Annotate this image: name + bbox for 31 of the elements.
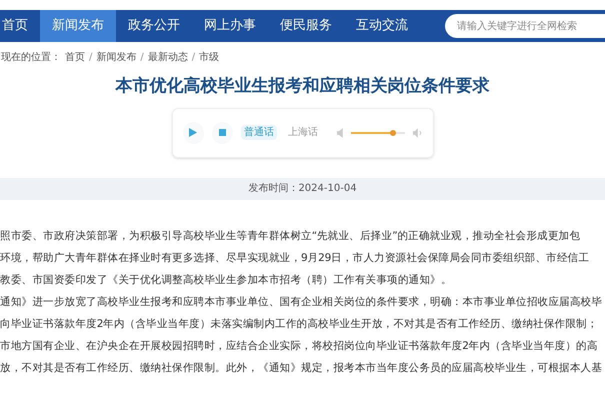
breadcrumb-separator: / — [89, 50, 92, 64]
article-text-line: 照市委、市政府决策部署，为积极引导高校毕业生等青年群体树立“先就业、后择业”的正确就业观，推动全社会形成更加包 — [0, 228, 580, 244]
breadcrumb-link[interactable]: 首页 — [65, 50, 85, 64]
article-text-line: 环境，帮助广大青年群体在择业时有更多选择、尽早实现就业，9月29日，市人力资源社会保障局会同市委组织部、市经信工 — [0, 250, 590, 266]
nav-tab[interactable]: 网上办事 — [192, 10, 268, 42]
volume-low-icon — [336, 128, 343, 138]
article-title: 本市优化高校毕业生报考和应聘相关岗位条件要求 — [114, 75, 490, 98]
search-field[interactable]: 请输入关键字进行全网检索 — [445, 14, 605, 38]
breadcrumb-link[interactable]: 市级 — [199, 50, 220, 64]
volume-slider[interactable] — [350, 128, 405, 138]
breadcrumb-link[interactable]: 最新动态 — [148, 50, 188, 64]
article-text-line: 通知》进一步放宽了高校毕业生报考和应聘本市事业单位、国有企业相关岗位的条件要求，明确：本市事业单位招收应届高校毕 — [0, 294, 602, 310]
breadcrumb-label: 现在的位置： — [1, 50, 61, 64]
article-text-line: 市地方国有企业、在沪央企在开展校园招聘时，应结合企业实际，将校招岗位向毕业证书落款年度2年内（含毕业当年度）的高 — [0, 338, 598, 354]
nav-tab[interactable]: 便民服务 — [268, 10, 344, 42]
play-button[interactable] — [182, 122, 204, 144]
play-icon — [189, 128, 198, 137]
publish-date: 发布时间：2024-10-04 — [248, 182, 357, 196]
article-text-line: 向毕业证书落款年度2年内（含毕业当年度）未落实编制内工作的高校毕业生开放，不对其是否有工作经历、缴纳社保作限制； — [0, 316, 598, 332]
nav-tab[interactable]: 首页 — [0, 10, 40, 42]
article-text-line: 放，不对其是否有工作经历、缴纳社保作限制。此外，《通知》规定，报考本市当年度公务员的应届高校毕业生，可根据本人基 — [0, 360, 602, 376]
stop-icon — [218, 129, 226, 136]
breadcrumb-separator: / — [140, 50, 144, 64]
nav-tab[interactable]: 新闻发布 — [40, 10, 116, 42]
breadcrumb-separator: / — [192, 50, 196, 64]
nav-tab[interactable]: 互动交流 — [344, 10, 420, 42]
nav-tab[interactable]: 政务公开 — [116, 10, 192, 42]
volume-high-icon — [412, 128, 422, 138]
stop-button[interactable] — [212, 122, 233, 144]
breadcrumb-link[interactable]: 新闻发布 — [96, 50, 136, 64]
article-text-line: 教委、市国资委印发了《关于优化调整高校毕业生参加本市招考（聘）工作有关事项的通知》。 — [0, 272, 452, 288]
